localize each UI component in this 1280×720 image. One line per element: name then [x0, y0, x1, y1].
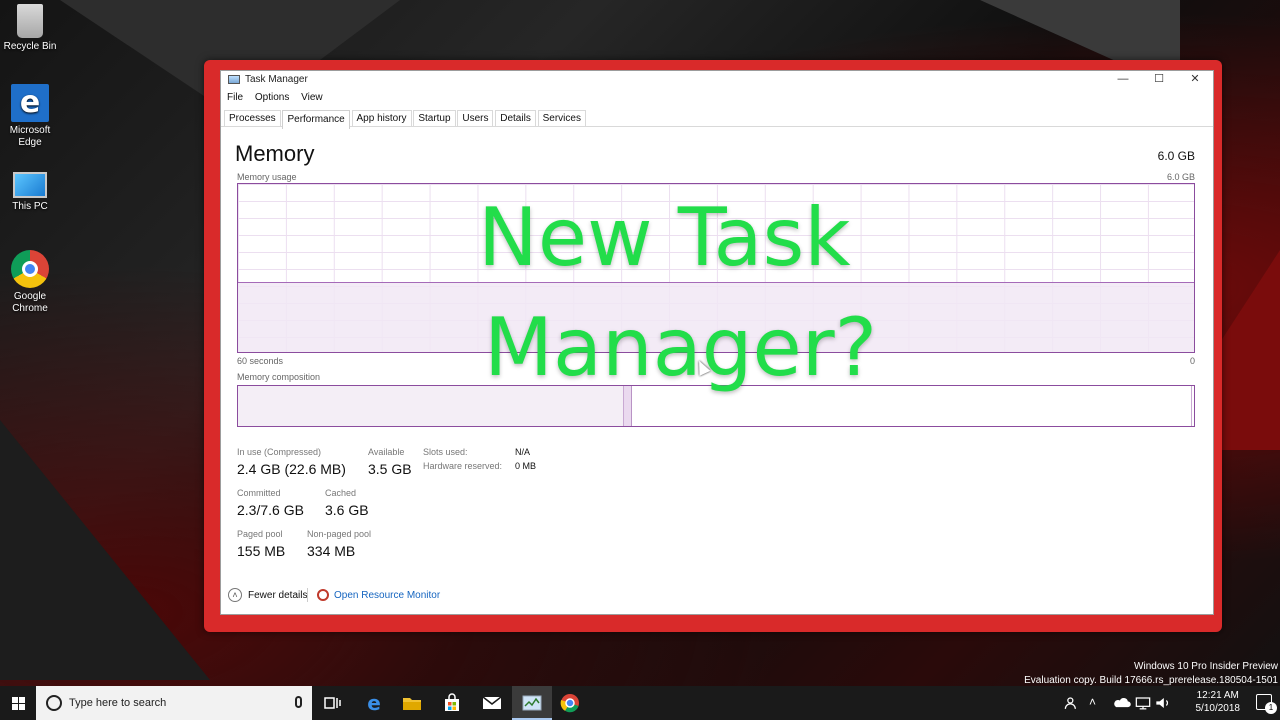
- clock-date: 5/10/2018: [1195, 703, 1241, 714]
- svg-text:e: e: [367, 691, 381, 715]
- edge-taskbar-icon[interactable]: e: [362, 691, 386, 715]
- tab-services[interactable]: Services: [537, 110, 586, 126]
- tab-startup[interactable]: Startup: [413, 110, 456, 126]
- mail-icon[interactable]: [480, 691, 504, 715]
- non-paged-pool-label: Non-paged pool: [307, 529, 372, 539]
- slots-used-value: N/A: [515, 447, 531, 457]
- network-icon[interactable]: [1133, 691, 1153, 715]
- watermark-line-1: Windows 10 Pro Insider Preview: [1134, 661, 1278, 672]
- memory-usage-label: Memory usage: [237, 172, 297, 182]
- overlay-caption: New Task Manager?: [478, 183, 877, 403]
- people-icon[interactable]: [1062, 691, 1082, 715]
- microphone-icon[interactable]: [295, 696, 302, 708]
- in-use-label: In use (Compressed): [237, 447, 322, 457]
- time-axis-label: 60 seconds: [237, 356, 284, 366]
- desktop-icon-label: This PC: [12, 201, 48, 212]
- desktop-icon-edge[interactable]: Microsoft Edge: [0, 84, 60, 149]
- windows-watermark: Windows 10 Pro Insider Preview Evaluatio…: [1024, 660, 1278, 688]
- menu-file[interactable]: File: [227, 89, 243, 107]
- menu-bar: File Options View: [221, 89, 1213, 107]
- memory-total: 6.0 GB: [1157, 149, 1195, 163]
- committed-label: Committed: [237, 488, 281, 498]
- cached-label: Cached: [325, 488, 357, 498]
- open-resource-monitor-link[interactable]: Open Resource Monitor: [334, 590, 440, 601]
- taskbar: Type here to search e ˄ 12:21 AM 5/10/20…: [0, 686, 1280, 720]
- start-button[interactable]: [0, 686, 36, 720]
- chevron-up-icon[interactable]: ˄: [228, 588, 242, 602]
- tab-processes[interactable]: Processes: [224, 110, 281, 126]
- committed-value: 2.3/7.6 GB: [237, 502, 304, 518]
- resource-monitor-icon[interactable]: [317, 589, 329, 601]
- windows-logo-icon: [19, 697, 25, 703]
- desktop-icon-label: Google Chrome: [12, 291, 48, 314]
- overlay-line-2: Manager?: [484, 301, 878, 394]
- task-manager-taskbar-icon: [522, 695, 542, 711]
- non-paged-pool-value: 334 MB: [307, 543, 356, 559]
- available-value: 3.5 GB: [368, 461, 412, 477]
- task-manager-taskbar-button[interactable]: [512, 686, 552, 720]
- paged-pool-value: 155 MB: [237, 543, 286, 559]
- windows-logo-icon: [12, 704, 18, 710]
- taskbar-clock[interactable]: 12:21 AM 5/10/2018: [1196, 689, 1241, 715]
- available-label: Available: [368, 447, 405, 457]
- slots-used-label: Slots used:: [423, 447, 468, 457]
- clock-time: 12:21 AM: [1196, 690, 1239, 701]
- task-view-icon[interactable]: [320, 691, 344, 715]
- chevron-up-tray-icon[interactable]: ˄: [1089, 695, 1096, 720]
- close-button[interactable]: ✕: [1177, 71, 1213, 89]
- fewer-details-link[interactable]: Fewer details: [248, 590, 307, 601]
- window-title: Task Manager: [245, 74, 308, 85]
- windows-logo-icon: [12, 697, 18, 703]
- onedrive-icon[interactable]: [1112, 691, 1132, 715]
- wallpaper-facet: [0, 420, 210, 680]
- tab-app-history[interactable]: App history: [351, 110, 412, 126]
- maximize-button[interactable]: ☐: [1141, 71, 1177, 89]
- task-manager-icon: [228, 75, 240, 84]
- hardware-reserved-value: 0 MB: [515, 461, 537, 471]
- volume-icon[interactable]: [1153, 691, 1173, 715]
- zero-axis-label: 0: [1189, 356, 1195, 366]
- desktop-icon-this-pc[interactable]: This PC: [0, 166, 60, 213]
- desktop-icon-recycle-bin[interactable]: Recycle Bin: [0, 4, 60, 53]
- hardware-reserved-label: Hardware reserved:: [423, 461, 503, 471]
- desktop-icon-chrome[interactable]: Google Chrome: [0, 250, 60, 315]
- paged-pool-label: Paged pool: [237, 529, 283, 539]
- recycle-bin-icon: [17, 4, 43, 38]
- memory-usage-max: 6.0 GB: [1166, 172, 1195, 182]
- action-center-icon[interactable]: 1: [1256, 694, 1277, 714]
- cached-value: 3.6 GB: [325, 502, 369, 518]
- store-icon[interactable]: [440, 691, 464, 715]
- this-pc-icon: [13, 172, 47, 198]
- footer-divider: [307, 588, 308, 602]
- tab-users[interactable]: Users: [457, 110, 494, 126]
- taskbar-search-box[interactable]: Type here to search: [36, 686, 312, 720]
- memory-composition-label: Memory composition: [237, 372, 321, 382]
- chrome-taskbar-icon[interactable]: [558, 691, 582, 715]
- composition-standby: [1191, 386, 1192, 426]
- title-bar[interactable]: Task Manager — ☐ ✕: [221, 71, 1213, 89]
- tab-bar: Processes Performance App history Startu…: [221, 107, 1213, 129]
- notification-badge: 1: [1265, 702, 1277, 714]
- menu-options[interactable]: Options: [255, 89, 289, 107]
- in-use-value: 2.4 GB (22.6 MB): [237, 461, 346, 477]
- cortana-icon: [46, 695, 62, 711]
- desktop-icon-label: Recycle Bin: [3, 41, 57, 52]
- chrome-icon: [11, 250, 49, 288]
- desktop-icon-label: Microsoft Edge: [9, 125, 51, 148]
- file-explorer-icon[interactable]: [400, 691, 424, 715]
- tab-details[interactable]: Details: [495, 110, 536, 126]
- edge-icon: [11, 84, 49, 122]
- page-title: Memory: [235, 141, 315, 166]
- overlay-line-1: New Task: [478, 191, 851, 284]
- windows-logo-icon: [19, 704, 25, 710]
- search-placeholder: Type here to search: [69, 697, 167, 709]
- menu-view[interactable]: View: [301, 89, 323, 107]
- minimize-button[interactable]: —: [1105, 71, 1141, 89]
